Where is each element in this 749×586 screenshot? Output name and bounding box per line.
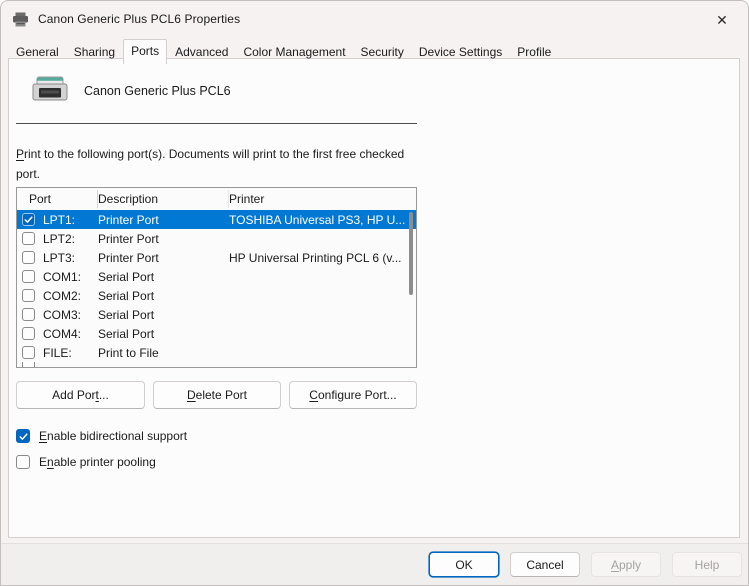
tab-ports[interactable]: Ports [123, 39, 167, 64]
title-bar: Canon Generic Plus PCL6 Properties ✕ [1, 1, 748, 37]
port-list-header: Port Description Printer [17, 188, 416, 210]
port-cell: COM4: [43, 327, 81, 341]
printer-properties-dialog: Canon Generic Plus PCL6 Properties ✕ Gen… [0, 0, 749, 586]
description-cell: Serial Port [98, 270, 229, 284]
printer-icon [12, 12, 29, 27]
port-row[interactable]: FILE: Print to File [17, 343, 416, 362]
port-checkbox[interactable] [22, 251, 35, 264]
printer-name: Canon Generic Plus PCL6 [84, 84, 231, 98]
window-title: Canon Generic Plus PCL6 Properties [38, 12, 240, 26]
scrollbar-thumb[interactable] [409, 212, 413, 295]
port-row[interactable]: LPT2: Printer Port [17, 229, 416, 248]
port-checkbox[interactable] [22, 308, 35, 321]
checkbox-label: Enable printer pooling [39, 455, 156, 469]
printer-cell: TOSHIBA Universal PS3, HP U... [229, 213, 416, 227]
tab-sharing[interactable]: Sharing [67, 41, 122, 63]
help-button: Help [672, 552, 742, 577]
description-cell: Printer Port [98, 213, 229, 227]
configure-port-button[interactable]: Configure Port... [289, 381, 417, 409]
description-cell: Printer Port [98, 251, 229, 265]
port-cell: FILE: [43, 346, 72, 360]
enable-bidirectional-checkbox[interactable]: Enable bidirectional support [16, 429, 187, 443]
port-row[interactable]: COM3: Serial Port [17, 305, 416, 324]
printer-header: Canon Generic Plus PCL6 [16, 71, 231, 111]
port-row[interactable]: LPT3: Printer Port HP Universal Printing… [17, 248, 416, 267]
tab-profile[interactable]: Profile [510, 41, 558, 63]
add-port-button[interactable]: Add Port... [16, 381, 145, 409]
port-checkbox[interactable] [22, 289, 35, 302]
port-checkbox[interactable] [22, 213, 35, 226]
tab-general[interactable]: General [9, 41, 66, 63]
port-row[interactable]: COM4: Serial Port [17, 324, 416, 343]
tab-device-settings[interactable]: Device Settings [412, 41, 509, 63]
port-cell: COM3: [43, 308, 81, 322]
description-cell: Serial Port [98, 308, 229, 322]
port-cell: LPT2: [43, 232, 75, 246]
port-checkbox[interactable] [22, 232, 35, 245]
port-row[interactable]: COM1: Serial Port [17, 267, 416, 286]
apply-button: Apply [591, 552, 661, 577]
port-checkbox[interactable] [22, 270, 35, 283]
printer-device-icon [31, 76, 69, 106]
ports-instruction: Print to the following port(s). Document… [16, 144, 408, 184]
description-cell: Serial Port [98, 289, 229, 303]
port-cell: LPT3: [43, 251, 75, 265]
tab-color-management[interactable]: Color Management [236, 41, 352, 63]
port-row-partial[interactable] [17, 362, 416, 368]
port-row[interactable]: COM2: Serial Port [17, 286, 416, 305]
tab-security[interactable]: Security [354, 41, 411, 63]
close-icon: ✕ [716, 12, 728, 29]
delete-port-button[interactable]: Delete Port [153, 381, 281, 409]
description-cell: Printer Port [98, 232, 229, 246]
port-list: Port Description Printer LPT1: Printer P… [16, 187, 417, 368]
port-cell: COM1: [43, 270, 81, 284]
description-cell: Print to File [98, 346, 229, 360]
checkbox-label: Enable bidirectional support [39, 429, 187, 443]
port-checkbox[interactable] [22, 327, 35, 340]
port-row[interactable]: LPT1: Printer Port TOSHIBA Universal PS3… [17, 210, 416, 229]
port-cell: LPT1: [43, 213, 75, 227]
checkbox-icon [16, 429, 30, 443]
port-checkbox[interactable] [22, 362, 35, 368]
tab-bar: GeneralSharingPortsAdvancedColor Managem… [9, 39, 559, 63]
ports-tab-page: Canon Generic Plus PCL6 Print to the fol… [8, 58, 740, 538]
column-header-description: Description [98, 190, 229, 208]
port-list-body: LPT1: Printer Port TOSHIBA Universal PS3… [17, 210, 416, 368]
port-cell: COM2: [43, 289, 81, 303]
separator-line [16, 123, 417, 124]
column-header-printer: Printer [229, 190, 416, 208]
close-button[interactable]: ✕ [708, 9, 736, 31]
ok-button[interactable]: OK [429, 552, 499, 577]
description-cell: Serial Port [98, 327, 229, 341]
printer-cell: HP Universal Printing PCL 6 (v... [229, 251, 416, 265]
footer-bar: OK Cancel Apply Help [1, 543, 748, 585]
enable-printer-pooling-checkbox[interactable]: Enable printer pooling [16, 455, 156, 469]
port-checkbox[interactable] [22, 346, 35, 359]
column-header-port: Port [17, 190, 98, 208]
tab-advanced[interactable]: Advanced [168, 41, 235, 63]
cancel-button[interactable]: Cancel [510, 552, 580, 577]
checkbox-icon [16, 455, 30, 469]
